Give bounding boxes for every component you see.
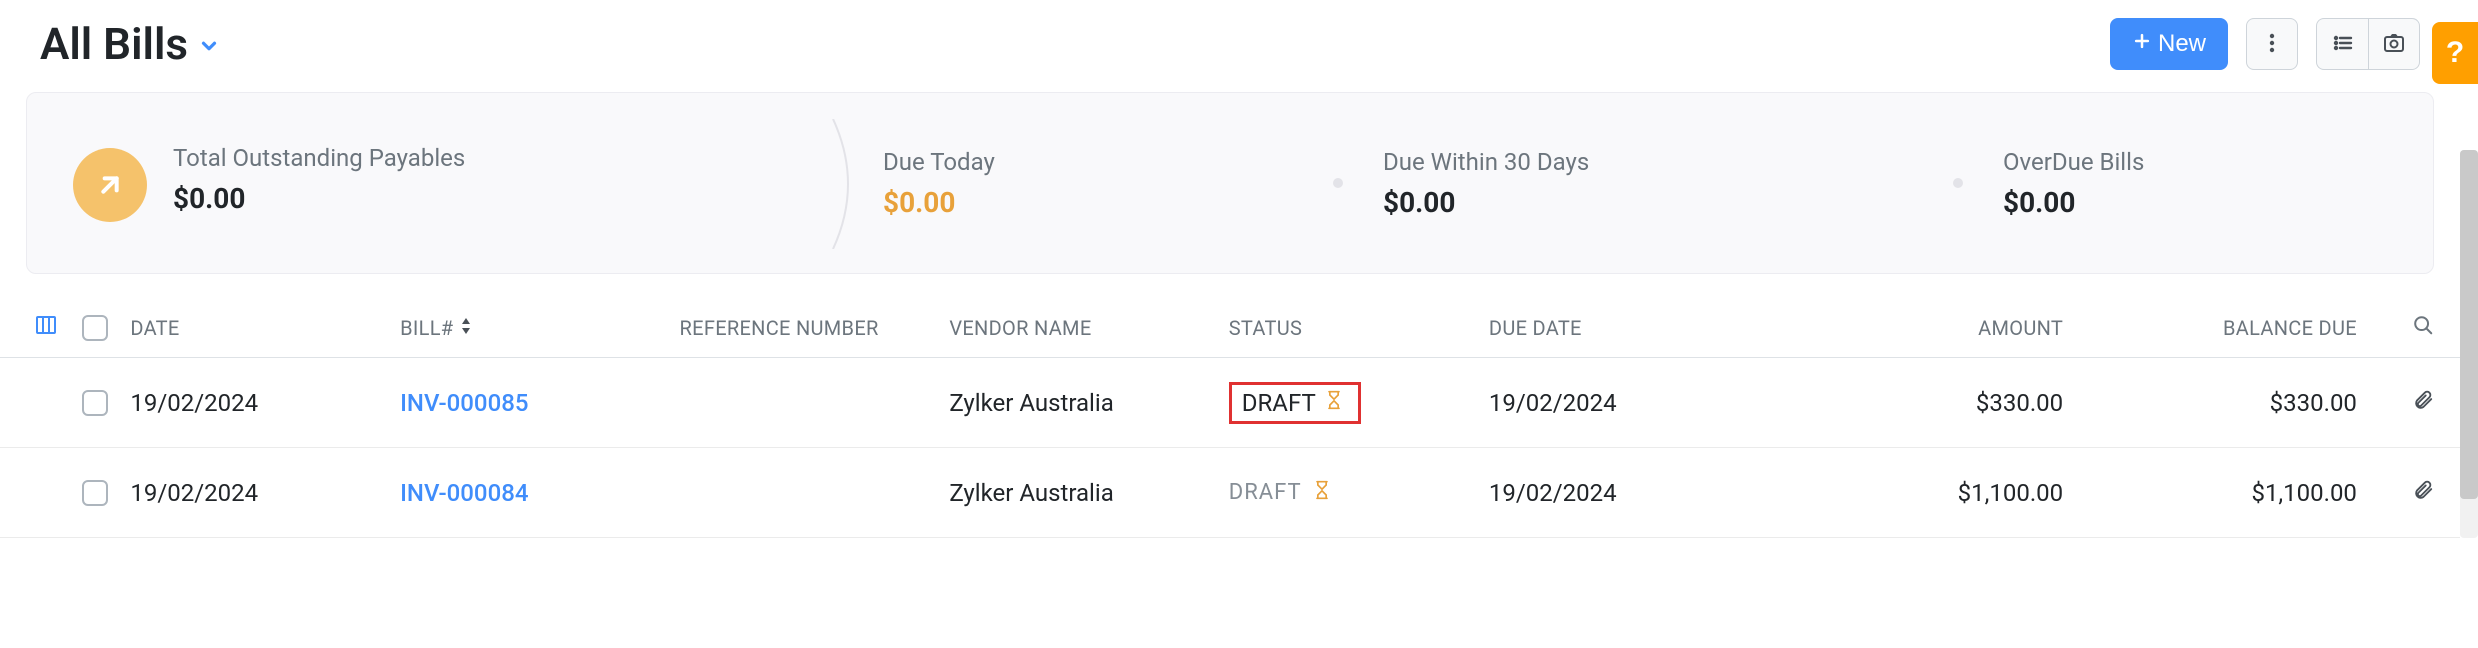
cell-status: DRAFT [1229,382,1489,424]
new-button-label: New [2158,30,2206,58]
bill-link[interactable]: INV-000085 [400,389,528,417]
table-row[interactable]: 19/02/2024INV-000084Zylker AustraliaDRAF… [0,448,2460,538]
cell-bill: INV-000084 [400,479,679,507]
dot-separator [1953,178,1963,188]
col-header-due-date[interactable]: DUE DATE [1489,316,1807,340]
column-settings[interactable] [34,313,82,342]
more-menu-button[interactable] [2246,18,2298,70]
cell-attachment[interactable] [2357,477,2434,509]
search-icon [2412,314,2434,341]
scrollbar-thumb[interactable] [2460,150,2478,499]
col-header-bill[interactable]: BILL# [400,316,679,340]
hourglass-icon [1312,479,1332,507]
more-vertical-icon [2260,31,2284,58]
overdue-value: $0.00 [2003,186,2144,219]
cell-due-date: 19/02/2024 [1489,479,1807,507]
due-today-label: Due Today [883,148,995,176]
cell-status: DRAFT [1229,479,1489,507]
col-header-reference[interactable]: REFERENCE NUMBER [680,316,950,340]
plus-icon [2132,30,2152,58]
overdue-label: OverDue Bills [2003,148,2144,176]
due-today-value: $0.00 [883,186,995,219]
camera-icon [2382,31,2406,58]
bills-table: DATE BILL# REFERENCE NUMBER VENDOR NAME … [0,298,2460,538]
status-badge-highlighted: DRAFT [1229,382,1361,424]
camera-view-button[interactable] [2368,18,2420,70]
paperclip-icon [2412,387,2434,419]
help-button[interactable]: ? [2432,22,2478,84]
question-icon: ? [2446,36,2464,69]
outstanding-value: $0.00 [173,182,465,215]
status-text: DRAFT [1242,389,1316,417]
col-header-vendor[interactable]: VENDOR NAME [949,316,1228,340]
arrow-up-right-icon [73,148,147,222]
col-header-amount[interactable]: AMOUNT [1807,316,2087,340]
columns-icon [34,313,58,342]
new-button[interactable]: New [2110,18,2228,70]
col-search[interactable] [2357,314,2434,341]
page-header: All Bills New [0,0,2460,92]
paperclip-icon [2412,477,2434,509]
list-icon [2331,31,2355,58]
view-toggle-group [2316,18,2420,70]
due-30-label: Due Within 30 Days [1383,148,1589,176]
cell-amount: $1,100.00 [1807,479,2087,507]
cell-due-date: 19/02/2024 [1489,389,1807,417]
chevron-down-icon [198,35,220,61]
cell-vendor: Zylker Australia [949,479,1228,507]
cell-attachment[interactable] [2357,387,2434,419]
cell-date: 19/02/2024 [130,479,400,507]
header-actions: New [2110,18,2420,70]
title-dropdown[interactable]: All Bills [40,18,220,70]
hourglass-icon [1324,389,1344,417]
summary-outstanding: Total Outstanding Payables $0.00 [73,144,843,222]
col-header-date[interactable]: DATE [130,316,400,340]
cell-balance: $330.00 [2087,389,2357,417]
summary-due-today: Due Today $0.00 [883,148,1373,219]
col-header-balance[interactable]: BALANCE DUE [2087,316,2357,340]
col-header-bill-label: BILL# [400,316,453,340]
cell-balance: $1,100.00 [2087,479,2357,507]
select-all-checkbox[interactable] [82,315,130,341]
summary-due-30: Due Within 30 Days $0.00 [1383,148,1993,219]
summary-card: Total Outstanding Payables $0.00 Due Tod… [26,92,2434,274]
cell-vendor: Zylker Australia [949,389,1228,417]
list-view-button[interactable] [2316,18,2368,70]
row-checkbox[interactable] [82,480,130,506]
summary-overdue: OverDue Bills $0.00 [2003,148,2144,219]
row-checkbox[interactable] [82,390,130,416]
dot-separator [1333,178,1343,188]
bill-link[interactable]: INV-000084 [400,479,528,507]
table-header-row: DATE BILL# REFERENCE NUMBER VENDOR NAME … [0,298,2460,358]
outstanding-label: Total Outstanding Payables [173,144,465,172]
col-header-status[interactable]: STATUS [1229,316,1489,340]
page-title: All Bills [40,18,188,70]
cell-date: 19/02/2024 [130,389,400,417]
cell-bill: INV-000085 [400,389,679,417]
status-text: DRAFT [1229,480,1302,505]
due-30-value: $0.00 [1383,186,1589,219]
cell-amount: $330.00 [1807,389,2087,417]
vertical-scrollbar[interactable] [2460,150,2478,538]
divider [843,123,883,243]
table-row[interactable]: 19/02/2024INV-000085Zylker AustraliaDRAF… [0,358,2460,448]
status-badge: DRAFT [1229,479,1489,507]
sort-icon [459,316,473,340]
